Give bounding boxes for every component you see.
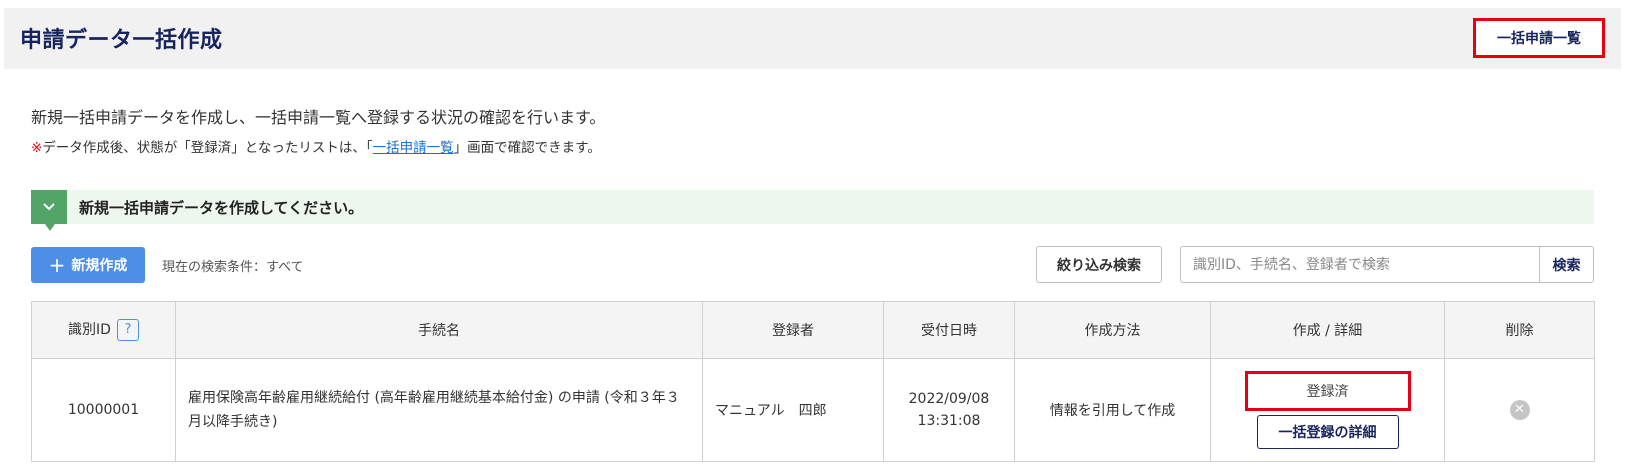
bulk-registration-detail-button[interactable]: 一括登録の詳細 [1256, 415, 1399, 449]
table-row: 10000001 雇用保険高年齢雇用継続給付 (高年齢雇用継続基本給付金) の申… [31, 358, 1595, 462]
cell-registrant: マニュアル 四郎 [702, 358, 884, 462]
search-condition-text: 現在の検索条件：すべて [162, 260, 304, 275]
cell-received-date: 2022/09/08 [908, 391, 990, 407]
search-button[interactable]: 検索 [1539, 247, 1593, 282]
cell-method: 情報を引用して作成 [1014, 358, 1211, 462]
note-mark: ※ [31, 140, 43, 156]
column-header-registrant: 登録者 [702, 301, 884, 359]
new-create-button[interactable]: + 新規作成 [31, 247, 145, 283]
column-header-method: 作成方法 [1014, 301, 1211, 359]
column-header-received: 受付日時 [883, 301, 1015, 359]
filter-search-button[interactable]: 絞り込み検索 [1036, 246, 1162, 283]
status-badge: 登録済 [1244, 371, 1411, 411]
page-description: 新規一括申請データを作成し、一括申請一覧へ登録する状況の確認を行います。 [31, 108, 606, 127]
page-note: ※データ作成後、状態が「登録済」となったリストは、「一括申請一覧」画面で確認でき… [31, 136, 601, 156]
plus-icon: + [48, 253, 66, 277]
table-header-row: 識別ID? 手続名 登録者 受付日時 作成方法 作成 / 詳細 削除 [31, 301, 1595, 359]
cell-create-detail: 登録済 一括登録の詳細 [1210, 358, 1445, 462]
close-circle-icon[interactable]: ✕ [1509, 400, 1530, 420]
application-table: 識別ID? 手続名 登録者 受付日時 作成方法 作成 / 詳細 削除 10000… [31, 301, 1595, 462]
column-header-id: 識別ID? [31, 301, 176, 359]
section-label: 新規一括申請データを作成してください。 [79, 199, 364, 217]
note-suffix: 」画面で確認できます。 [453, 140, 601, 156]
page-header: 申請データ一括作成 一括申請一覧 [4, 8, 1621, 69]
cell-delete: ✕ [1444, 358, 1595, 462]
cell-received-time: 13:31:08 [917, 413, 981, 429]
cell-procedure: 雇用保険高年齢雇用継続給付 (高年齢雇用継続基本給付金) の申請 (令和３年３月… [175, 358, 703, 462]
column-header-delete: 削除 [1444, 301, 1595, 359]
new-create-label: 新規作成 [71, 258, 128, 274]
bulk-application-list-button[interactable]: 一括申請一覧 [1473, 18, 1605, 58]
note-prefix: データ作成後、状態が「登録済」となったリストは、「 [42, 140, 373, 156]
chevron-down-icon[interactable] [31, 190, 67, 231]
column-header-id-label: 識別ID [68, 322, 111, 338]
help-icon[interactable]: ? [116, 319, 139, 341]
page-title: 申請データ一括作成 [20, 28, 223, 53]
column-header-procedure: 手続名 [175, 301, 703, 359]
column-header-create-detail: 作成 / 詳細 [1210, 301, 1445, 359]
section-header: 新規一括申請データを作成してください。 [31, 190, 1594, 231]
cell-id: 10000001 [31, 358, 176, 462]
cell-received: 2022/09/08 13:31:08 [883, 358, 1015, 462]
bulk-application-list-link[interactable]: 一括申請一覧 [373, 140, 454, 156]
search-input[interactable] [1181, 247, 1539, 282]
search-box: 検索 [1180, 246, 1594, 283]
